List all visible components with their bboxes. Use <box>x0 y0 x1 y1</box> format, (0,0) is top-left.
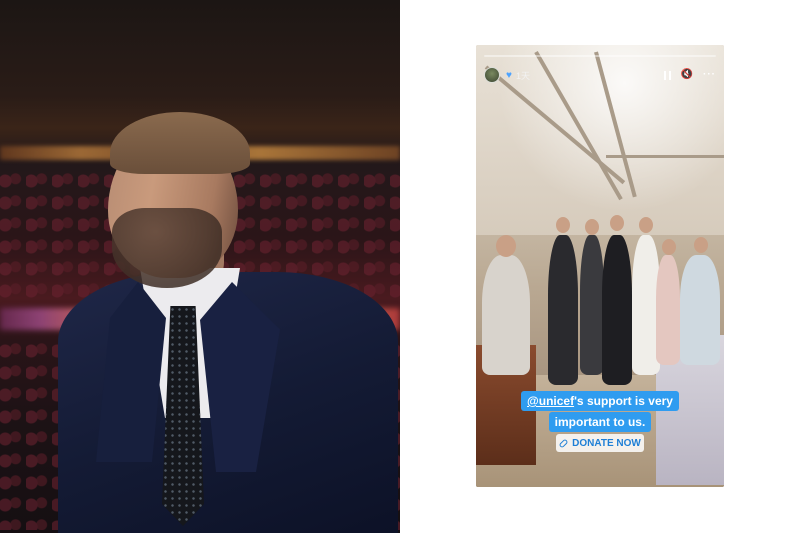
person <box>656 255 680 365</box>
story-header: ♥ 1天 🔇 ··· <box>484 65 716 85</box>
person <box>482 255 530 375</box>
portrait-photo <box>0 0 400 533</box>
heart-icon: ♥ <box>506 69 512 81</box>
person <box>580 235 604 375</box>
profile-avatar[interactable] <box>484 67 500 83</box>
caption-text-1: 's support is very <box>574 394 673 408</box>
caption-line-1: @unicef's support is very <box>521 391 679 411</box>
story-caption: @unicef's support is very important to u… <box>476 391 724 433</box>
story-time: 1天 <box>515 70 530 81</box>
speaker-muted-icon[interactable]: 🔇 <box>681 70 693 80</box>
ceiling-pipe <box>606 155 724 158</box>
person-head <box>662 239 676 255</box>
person <box>602 235 632 385</box>
story-controls: 🔇 ··· <box>663 70 716 80</box>
story-panel[interactable]: ♥ 1天 🔇 ··· @unicef's support is very imp… <box>476 45 724 487</box>
more-icon[interactable]: ··· <box>703 70 716 80</box>
pause-icon[interactable] <box>663 70 671 80</box>
person <box>680 255 720 365</box>
person-head <box>610 215 624 231</box>
beard <box>112 208 222 288</box>
person <box>548 235 578 385</box>
story-progress-bar <box>484 55 716 57</box>
link-icon <box>558 438 569 448</box>
caption-row: important to us. <box>476 412 724 432</box>
hair <box>110 112 250 174</box>
person-head <box>496 235 516 257</box>
person-head <box>585 219 599 235</box>
caption-row: @unicef's support is very <box>476 391 724 411</box>
caption-line-2: important to us. <box>548 412 652 432</box>
unicef-mention[interactable]: @unicef <box>527 394 574 408</box>
donate-now-button[interactable]: DONATE NOW <box>556 434 644 452</box>
person-head <box>556 217 570 233</box>
person-head <box>639 217 653 233</box>
donate-label: DONATE NOW <box>572 437 641 449</box>
person-head <box>694 237 708 253</box>
